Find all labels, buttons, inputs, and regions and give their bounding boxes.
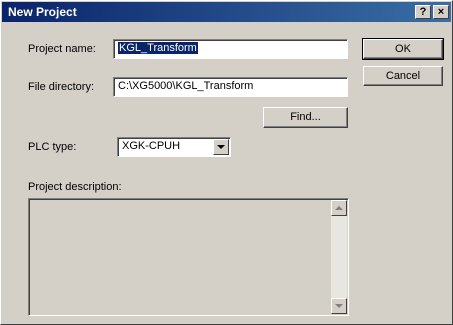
file-directory-label: File directory: [28,81,95,93]
dialog-title: New Project [8,5,77,19]
project-name-label: Project name: [28,43,96,55]
project-name-value: KGL_Transform [118,42,198,54]
project-description-textarea[interactable] [28,198,349,316]
project-name-input[interactable]: KGL_Transform [113,39,348,59]
plc-type-value: XGK-CPUH [122,140,181,152]
title-bar[interactable]: New Project ? × [2,2,451,22]
plc-type-label: PLC type: [28,141,77,153]
ok-button[interactable]: OK [362,38,444,60]
file-directory-input[interactable]: C:\XG5000\KGL_Transform [113,77,348,97]
help-button[interactable]: ? [415,5,431,19]
scroll-down-icon[interactable] [331,298,347,314]
find-button[interactable]: Find... [263,107,348,128]
cancel-button[interactable]: Cancel [363,66,443,86]
scroll-up-icon[interactable] [331,200,347,216]
project-description-label: Project description: [28,181,122,193]
close-button[interactable]: × [433,5,449,19]
description-scrollbar[interactable] [331,200,347,314]
file-directory-value: C:\XG5000\KGL_Transform [118,80,254,92]
chevron-down-icon[interactable] [213,139,229,155]
plc-type-select[interactable]: XGK-CPUH [117,137,231,157]
new-project-dialog: New Project ? × Project name: KGL_Transf… [0,0,453,325]
